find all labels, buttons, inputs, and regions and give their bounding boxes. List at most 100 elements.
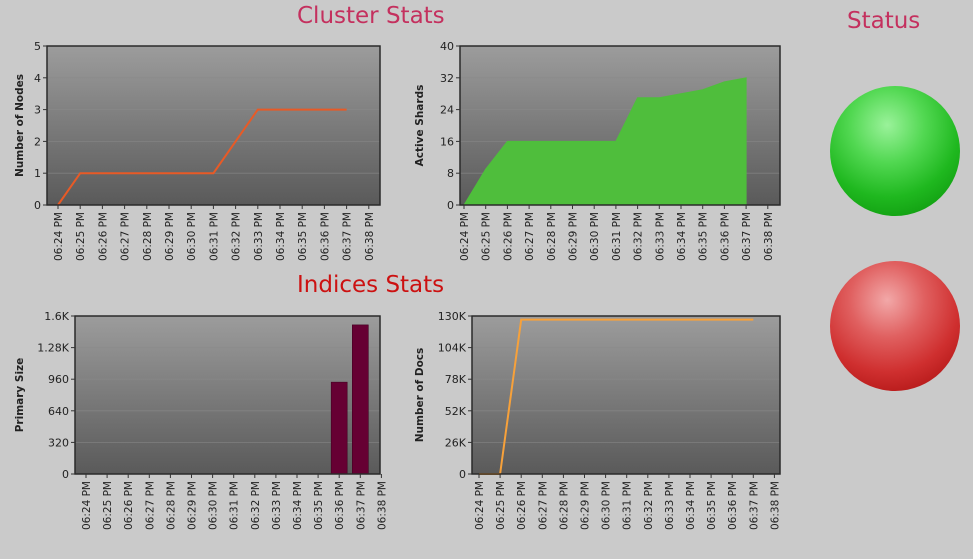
y-tick-label: 16	[440, 135, 454, 148]
x-tick-label: 06:30 PM	[208, 481, 220, 530]
x-tick-label: 06:26 PM	[502, 212, 514, 261]
x-tick-label: 06:27 PM	[144, 481, 156, 530]
indices-stats-title: Indices Stats	[297, 272, 445, 298]
x-tick-label: 06:36 PM	[319, 212, 331, 261]
x-tick-label: 06:25 PM	[102, 481, 114, 530]
y-tick-label: 5	[34, 40, 41, 53]
y-tick-label: 130K	[438, 310, 467, 323]
cluster-stats-title: Cluster Stats	[297, 3, 445, 29]
y-axis-title: Number of Docs	[414, 348, 426, 443]
x-tick-label: 06:26 PM	[516, 481, 528, 530]
plot-area	[472, 316, 780, 474]
x-tick-label: 06:28 PM	[558, 481, 570, 530]
x-tick-label: 06:31 PM	[622, 481, 634, 530]
green-status-indicator	[830, 86, 960, 216]
size-bar	[351, 324, 369, 475]
x-tick-label: 06:28 PM	[546, 212, 558, 261]
x-tick-label: 06:34 PM	[275, 212, 287, 261]
x-tick-label: 06:37 PM	[748, 481, 760, 530]
x-tick-label: 06:31 PM	[611, 212, 623, 261]
x-tick-label: 06:26 PM	[123, 481, 135, 530]
primary-size-chart: 0 320 640 960 1.28K 1.6K 06:24 PM 06:25 PM 06:26…	[14, 310, 388, 530]
y-tick-label: 8	[447, 167, 454, 180]
docs-chart: 0 26K 52K 78K 104K 130K 06:24 PM 06:25 PM 06:26 …	[414, 310, 781, 530]
x-tick-label: 06:25 PM	[75, 212, 87, 261]
y-tick-label: 320	[48, 436, 69, 449]
x-tick-label: 06:32 PM	[633, 212, 645, 261]
size-bar	[330, 381, 348, 475]
y-tick-label: 3	[34, 104, 41, 117]
red-status-indicator	[830, 261, 960, 391]
y-tick-label: 52K	[445, 405, 467, 418]
x-tick-label: 06:37 PM	[741, 212, 753, 261]
y-tick-label: 1	[34, 167, 41, 180]
y-tick-label: 0	[459, 468, 466, 481]
x-tick-label: 06:36 PM	[719, 212, 731, 261]
plot-frame	[46, 45, 381, 206]
x-tick-label: 06:25 PM	[481, 212, 493, 261]
y-tick-label: 4	[34, 72, 41, 85]
x-tick-label: 06:24 PM	[474, 481, 486, 530]
y-axis-title: Primary Size	[14, 358, 26, 433]
x-tick-label: 06:29 PM	[164, 212, 176, 261]
y-tick-label: 2	[34, 135, 41, 148]
x-tick-label: 06:34 PM	[676, 212, 688, 261]
x-tick-label: 06:38 PM	[763, 212, 775, 261]
x-tick-label: 06:36 PM	[727, 481, 739, 530]
x-tick-label: 06:28 PM	[142, 212, 154, 261]
x-tick-label: 06:27 PM	[537, 481, 549, 530]
x-tick-label: 06:27 PM	[120, 212, 132, 261]
y-tick-label: 32	[440, 72, 454, 85]
y-axis-title: Number of Nodes	[14, 74, 26, 177]
y-tick-label: 0	[447, 199, 454, 212]
x-tick-label: 06:38 PM	[769, 481, 781, 530]
x-tick-label: 06:25 PM	[495, 481, 507, 530]
y-tick-label: 0	[34, 199, 41, 212]
x-tick-label: 06:37 PM	[342, 212, 354, 261]
x-tick-label: 06:24 PM	[53, 212, 65, 261]
x-tick-label: 06:32 PM	[231, 212, 243, 261]
y-tick-label: 0	[62, 468, 69, 481]
x-tick-label: 06:32 PM	[250, 481, 262, 530]
x-tick-label: 06:28 PM	[165, 481, 177, 530]
y-axis-title: Active Shards	[414, 85, 426, 167]
x-tick-label: 06:24 PM	[81, 481, 93, 530]
plot-area	[75, 316, 380, 474]
y-tick-label: 40	[440, 40, 454, 53]
x-tick-label: 06:38 PM	[364, 212, 376, 261]
y-tick-label: 1.28K	[37, 342, 69, 355]
x-tick-label: 06:34 PM	[292, 481, 304, 530]
x-tick-label: 06:33 PM	[654, 212, 666, 261]
shards-series-area	[463, 77, 747, 206]
x-tick-label: 06:30 PM	[589, 212, 601, 261]
y-tick-label: 24	[440, 104, 454, 117]
x-tick-label: 06:36 PM	[334, 481, 346, 530]
x-tick-label: 06:33 PM	[253, 212, 265, 261]
nodes-series-line	[57, 108, 347, 206]
x-tick-label: 06:33 PM	[271, 481, 283, 530]
y-tick-label: 960	[48, 373, 69, 386]
plot-area	[47, 46, 380, 205]
plot-frame	[459, 45, 781, 206]
x-tick-label: 06:26 PM	[97, 212, 109, 261]
plot-area	[460, 46, 780, 205]
x-tick-label: 06:30 PM	[186, 212, 198, 261]
x-tick-label: 06:32 PM	[643, 481, 655, 530]
y-tick-label: 640	[48, 405, 69, 418]
x-tick-label: 06:29 PM	[187, 481, 199, 530]
plot-frame	[471, 315, 781, 475]
x-tick-label: 06:37 PM	[355, 481, 367, 530]
x-tick-label: 06:35 PM	[698, 212, 710, 261]
x-tick-label: 06:30 PM	[601, 481, 613, 530]
x-tick-label: 06:29 PM	[568, 212, 580, 261]
x-tick-label: 06:31 PM	[229, 481, 241, 530]
x-tick-label: 06:33 PM	[664, 481, 676, 530]
x-tick-label: 06:35 PM	[313, 481, 325, 530]
x-tick-label: 06:24 PM	[459, 212, 471, 261]
plot-frame	[74, 315, 381, 475]
x-tick-label: 06:35 PM	[706, 481, 718, 530]
y-tick-label: 78K	[445, 373, 467, 386]
x-tick-label: 06:27 PM	[524, 212, 536, 261]
y-tick-label: 1.6K	[44, 310, 69, 323]
x-tick-label: 06:29 PM	[580, 481, 592, 530]
